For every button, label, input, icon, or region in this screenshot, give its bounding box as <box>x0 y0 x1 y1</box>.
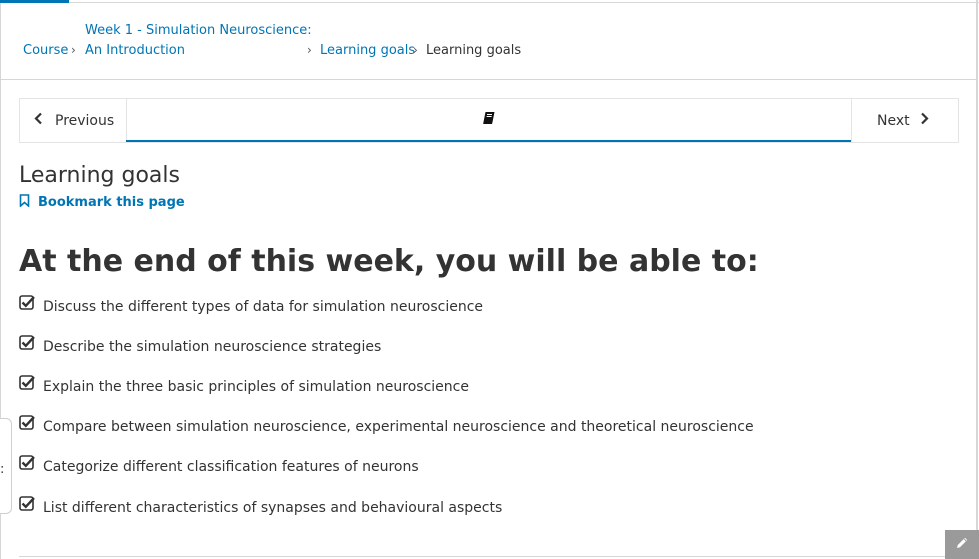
next-label: Next <box>877 112 910 129</box>
checkbox-checked-icon <box>19 374 36 395</box>
breadcrumb-current: Learning goals <box>426 43 522 58</box>
top-accent-bar <box>0 0 69 3</box>
breadcrumb-section-link[interactable]: Learning goals <box>320 41 415 61</box>
goal-text: Discuss the different types of data for … <box>43 299 484 315</box>
header-divider <box>0 79 978 80</box>
previous-button[interactable]: Previous <box>20 99 127 142</box>
unit-title: Learning goals <box>19 163 180 188</box>
checkbox-checked-icon <box>19 414 36 435</box>
breadcrumb-week-link-line1[interactable]: Week 1 - Simulation Neuroscience: <box>85 21 312 41</box>
checkbox-checked-icon <box>19 454 36 475</box>
previous-label: Previous <box>55 112 115 129</box>
chevron-right-icon <box>920 112 929 129</box>
next-button[interactable]: Next <box>851 99 958 142</box>
breadcrumb-course-link[interactable]: Course <box>23 41 68 61</box>
sequence-tab-active[interactable] <box>126 99 852 142</box>
goal-text: Compare between simulation neuroscience,… <box>43 419 754 435</box>
bookmark-icon <box>19 194 38 211</box>
chevron-right-icon: › <box>307 43 312 57</box>
bookmark-button[interactable]: Bookmark this page <box>19 194 185 211</box>
goal-text: Categorize different classification feat… <box>43 459 419 475</box>
goal-text: Explain the three basic principles of si… <box>43 379 469 395</box>
chevron-left-icon <box>34 112 43 129</box>
side-panel-icon: : <box>0 462 5 477</box>
page-frame-right <box>976 0 978 559</box>
sequence-nav: Previous Next <box>19 98 959 143</box>
top-border <box>69 2 979 3</box>
chevron-right-icon: › <box>413 43 418 57</box>
checkbox-checked-icon <box>19 495 36 516</box>
content-bottom-divider <box>19 556 959 557</box>
checkbox-checked-icon <box>19 334 36 355</box>
checkbox-checked-icon <box>19 294 36 315</box>
book-icon <box>482 110 496 129</box>
goal-text: Describe the simulation neuroscience str… <box>43 339 382 355</box>
goal-text: List different characteristics of synaps… <box>43 500 503 516</box>
content-heading: At the end of this week, you will be abl… <box>19 244 759 279</box>
pencil-icon <box>955 535 969 554</box>
chevron-right-icon: › <box>71 43 76 57</box>
bookmark-label: Bookmark this page <box>38 195 185 210</box>
breadcrumb-week-link-line2[interactable]: An Introduction <box>85 41 185 61</box>
edit-button[interactable] <box>945 530 979 559</box>
